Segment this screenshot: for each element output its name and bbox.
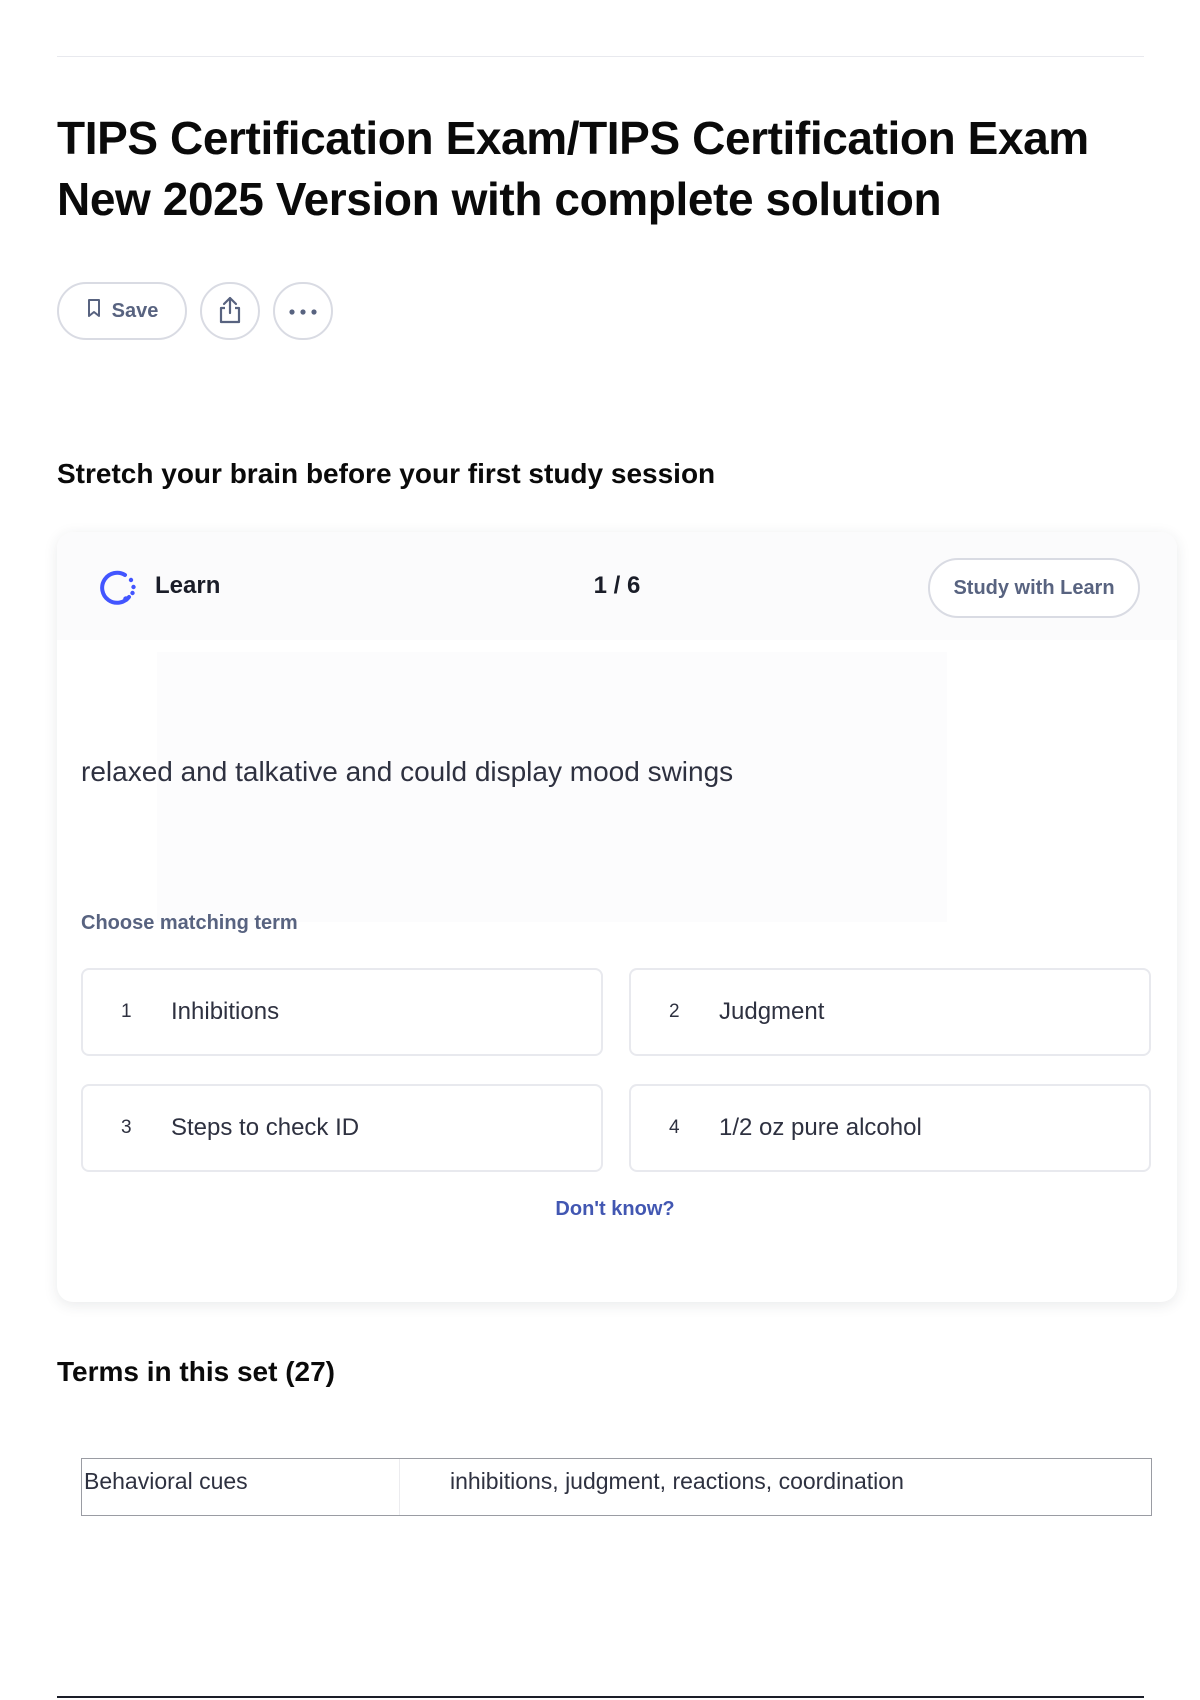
- stretch-heading: Stretch your brain before your first stu…: [57, 458, 716, 489]
- option-number: 2: [669, 1001, 680, 1022]
- option-number: 4: [669, 1117, 680, 1138]
- option-number: 1: [121, 1001, 132, 1022]
- more-options-icon: [288, 304, 318, 319]
- option-text: Inhibitions: [171, 998, 280, 1025]
- option-text: Steps to check ID: [171, 1114, 360, 1141]
- answer-option-4[interactable]: 4 1/2 oz pure alcohol: [629, 1084, 1151, 1172]
- more-options-button[interactable]: [273, 282, 333, 340]
- study-with-learn-button[interactable]: Study with Learn: [928, 558, 1140, 618]
- bookmark-icon: [86, 298, 102, 324]
- share-icon: [217, 295, 243, 328]
- learn-card: Learn 1 / 6 Study with Learn relaxed and…: [57, 532, 1177, 1302]
- terms-heading: Terms in this set (27): [57, 1356, 336, 1387]
- action-bar: Save: [57, 282, 333, 342]
- question-prompt: relaxed and talkative and could display …: [81, 756, 734, 787]
- bottom-divider: [57, 1696, 1144, 1698]
- page-title: TIPS Certification Exam/TIPS Certificati…: [57, 112, 1089, 225]
- dont-know-link[interactable]: Don't know?: [457, 1198, 773, 1221]
- progress-counter: 1 / 6: [593, 572, 641, 599]
- choose-matching-term-label: Choose matching term: [81, 912, 298, 934]
- term-cell: Behavioral cues: [82, 1459, 400, 1515]
- save-label: Save: [111, 299, 159, 322]
- answer-option-3[interactable]: 3 Steps to check ID: [81, 1084, 603, 1172]
- answer-option-2[interactable]: 2 Judgment: [629, 968, 1151, 1056]
- share-button[interactable]: [200, 282, 260, 340]
- top-divider: [57, 56, 1144, 57]
- option-text: Judgment: [719, 998, 825, 1025]
- option-text: 1/2 oz pure alcohol: [719, 1114, 922, 1141]
- learn-label: Learn: [155, 572, 221, 599]
- definition-cell: inhibitions, judgment, reactions, coordi…: [450, 1468, 904, 1494]
- option-number: 3: [121, 1117, 132, 1138]
- learn-logo-icon: [95, 566, 139, 610]
- terms-table-row: Behavioral cues inhibitions, judgment, r…: [81, 1458, 1152, 1516]
- answer-option-1[interactable]: 1 Inhibitions: [81, 968, 603, 1056]
- save-button[interactable]: Save: [57, 282, 187, 340]
